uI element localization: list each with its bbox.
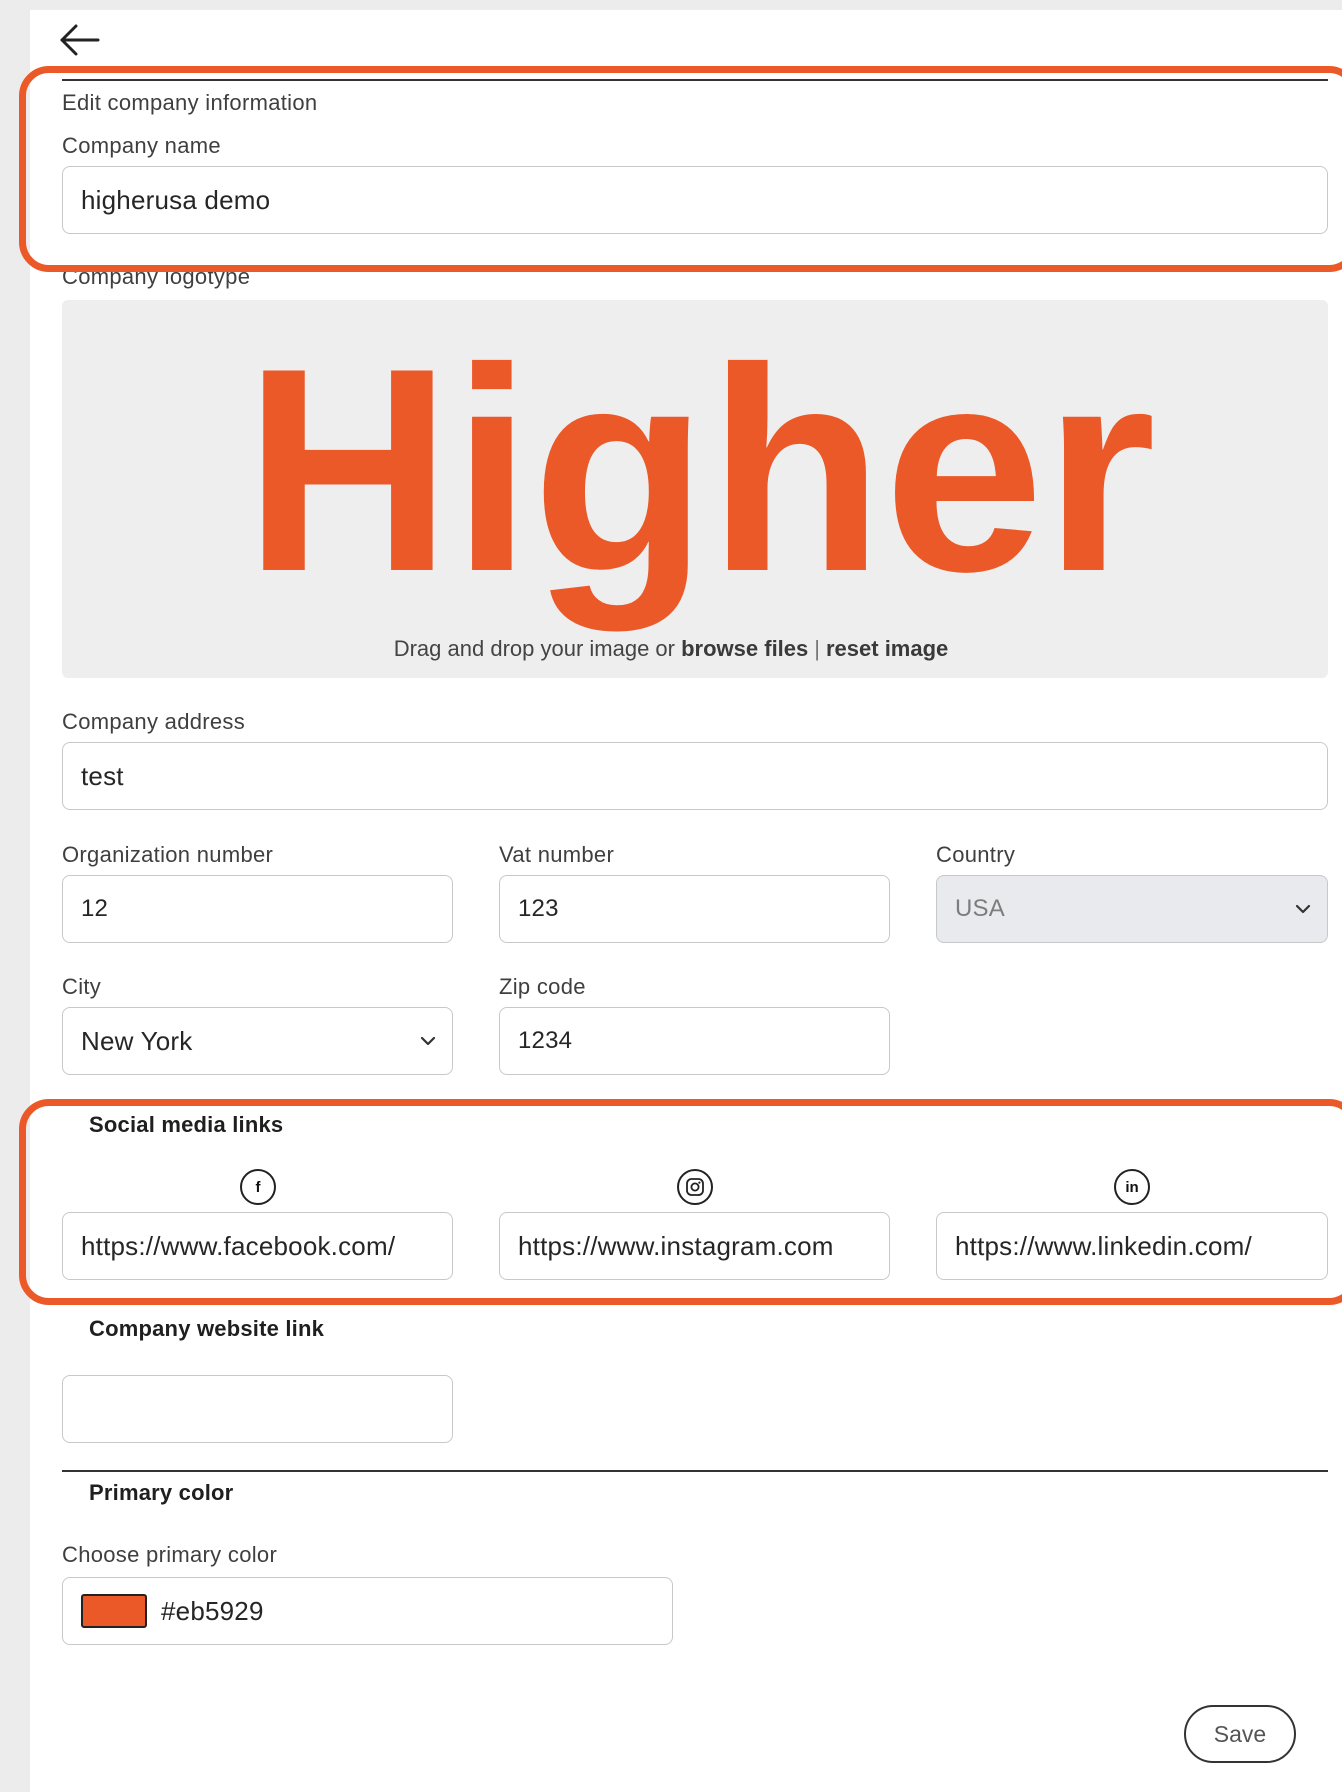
company-address-label: Company address <box>62 709 246 734</box>
city-value: New York <box>81 1025 193 1056</box>
facebook-link-value: https://www.facebook.com/ <box>81 1230 396 1261</box>
company-logo-text: Higher <box>244 308 1156 633</box>
company-logotype-label: Company logotype <box>62 264 251 289</box>
city-label: City <box>62 974 102 999</box>
website-link-title: Company website link <box>89 1316 325 1341</box>
company-name-value: higherusa demo <box>81 184 271 215</box>
instagram-link-value: https://www.instagram.com <box>518 1230 834 1261</box>
organization-number-value: 12 <box>81 895 109 922</box>
drop-instruction-text: Drag and drop your image or <box>393 636 675 661</box>
link-separator: | <box>814 636 820 661</box>
arrow-left-icon <box>60 24 100 56</box>
vat-number-input[interactable]: 123 <box>499 875 890 943</box>
zip-code-label: Zip code <box>499 974 586 999</box>
section-title: Edit company information <box>62 90 318 115</box>
country-label: Country <box>936 842 1016 867</box>
social-media-title: Social media links <box>89 1112 284 1137</box>
back-button[interactable] <box>58 22 106 62</box>
instagram-glyph-icon <box>686 1178 704 1196</box>
linkedin-link-input[interactable]: https://www.linkedin.com/ <box>936 1212 1328 1280</box>
instagram-link-input[interactable]: https://www.instagram.com <box>499 1212 890 1280</box>
primary-color-value: #eb5929 <box>161 1595 264 1626</box>
primary-color-title: Primary color <box>89 1480 234 1505</box>
organization-number-input[interactable]: 12 <box>62 875 453 943</box>
chevron-down-icon <box>420 1036 436 1046</box>
company-name-label: Company name <box>62 133 221 158</box>
reset-image-link[interactable]: reset image <box>826 636 948 661</box>
choose-primary-color-label: Choose primary color <box>62 1542 278 1567</box>
primary-color-divider <box>62 1470 1328 1472</box>
header-divider <box>62 79 1328 81</box>
logo-dropzone[interactable]: Higher <box>62 300 1328 678</box>
facebook-link-input[interactable]: https://www.facebook.com/ <box>62 1212 453 1280</box>
browse-files-link[interactable]: browse files <box>681 636 808 661</box>
linkedin-link-value: https://www.linkedin.com/ <box>955 1230 1252 1261</box>
zip-code-value: 1234 <box>518 1027 573 1054</box>
company-logo-image: Higher <box>244 308 1156 633</box>
company-address-input[interactable]: test <box>62 742 1328 810</box>
edit-company-page: Edit company information Company name hi… <box>0 0 1342 1792</box>
vat-number-label: Vat number <box>499 842 615 867</box>
city-select[interactable]: New York <box>62 1007 453 1075</box>
country-select[interactable]: USA <box>936 875 1328 943</box>
company-address-value: test <box>81 760 124 791</box>
linkedin-icon: in <box>1114 1169 1150 1205</box>
website-link-input[interactable] <box>62 1375 453 1443</box>
dropzone-instructions: Drag and drop your image or browse files… <box>0 636 1342 662</box>
facebook-icon: f <box>240 1169 276 1205</box>
company-name-input[interactable]: higherusa demo <box>62 166 1328 234</box>
instagram-icon <box>677 1169 713 1205</box>
vat-number-value: 123 <box>518 895 559 922</box>
chevron-down-icon <box>1295 904 1311 914</box>
zip-code-input[interactable]: 1234 <box>499 1007 890 1075</box>
save-button[interactable]: Save <box>1184 1705 1296 1763</box>
color-swatch[interactable] <box>81 1594 147 1628</box>
primary-color-input[interactable]: #eb5929 <box>62 1577 673 1645</box>
organization-number-label: Organization number <box>62 842 274 867</box>
country-value: USA <box>955 895 1005 922</box>
